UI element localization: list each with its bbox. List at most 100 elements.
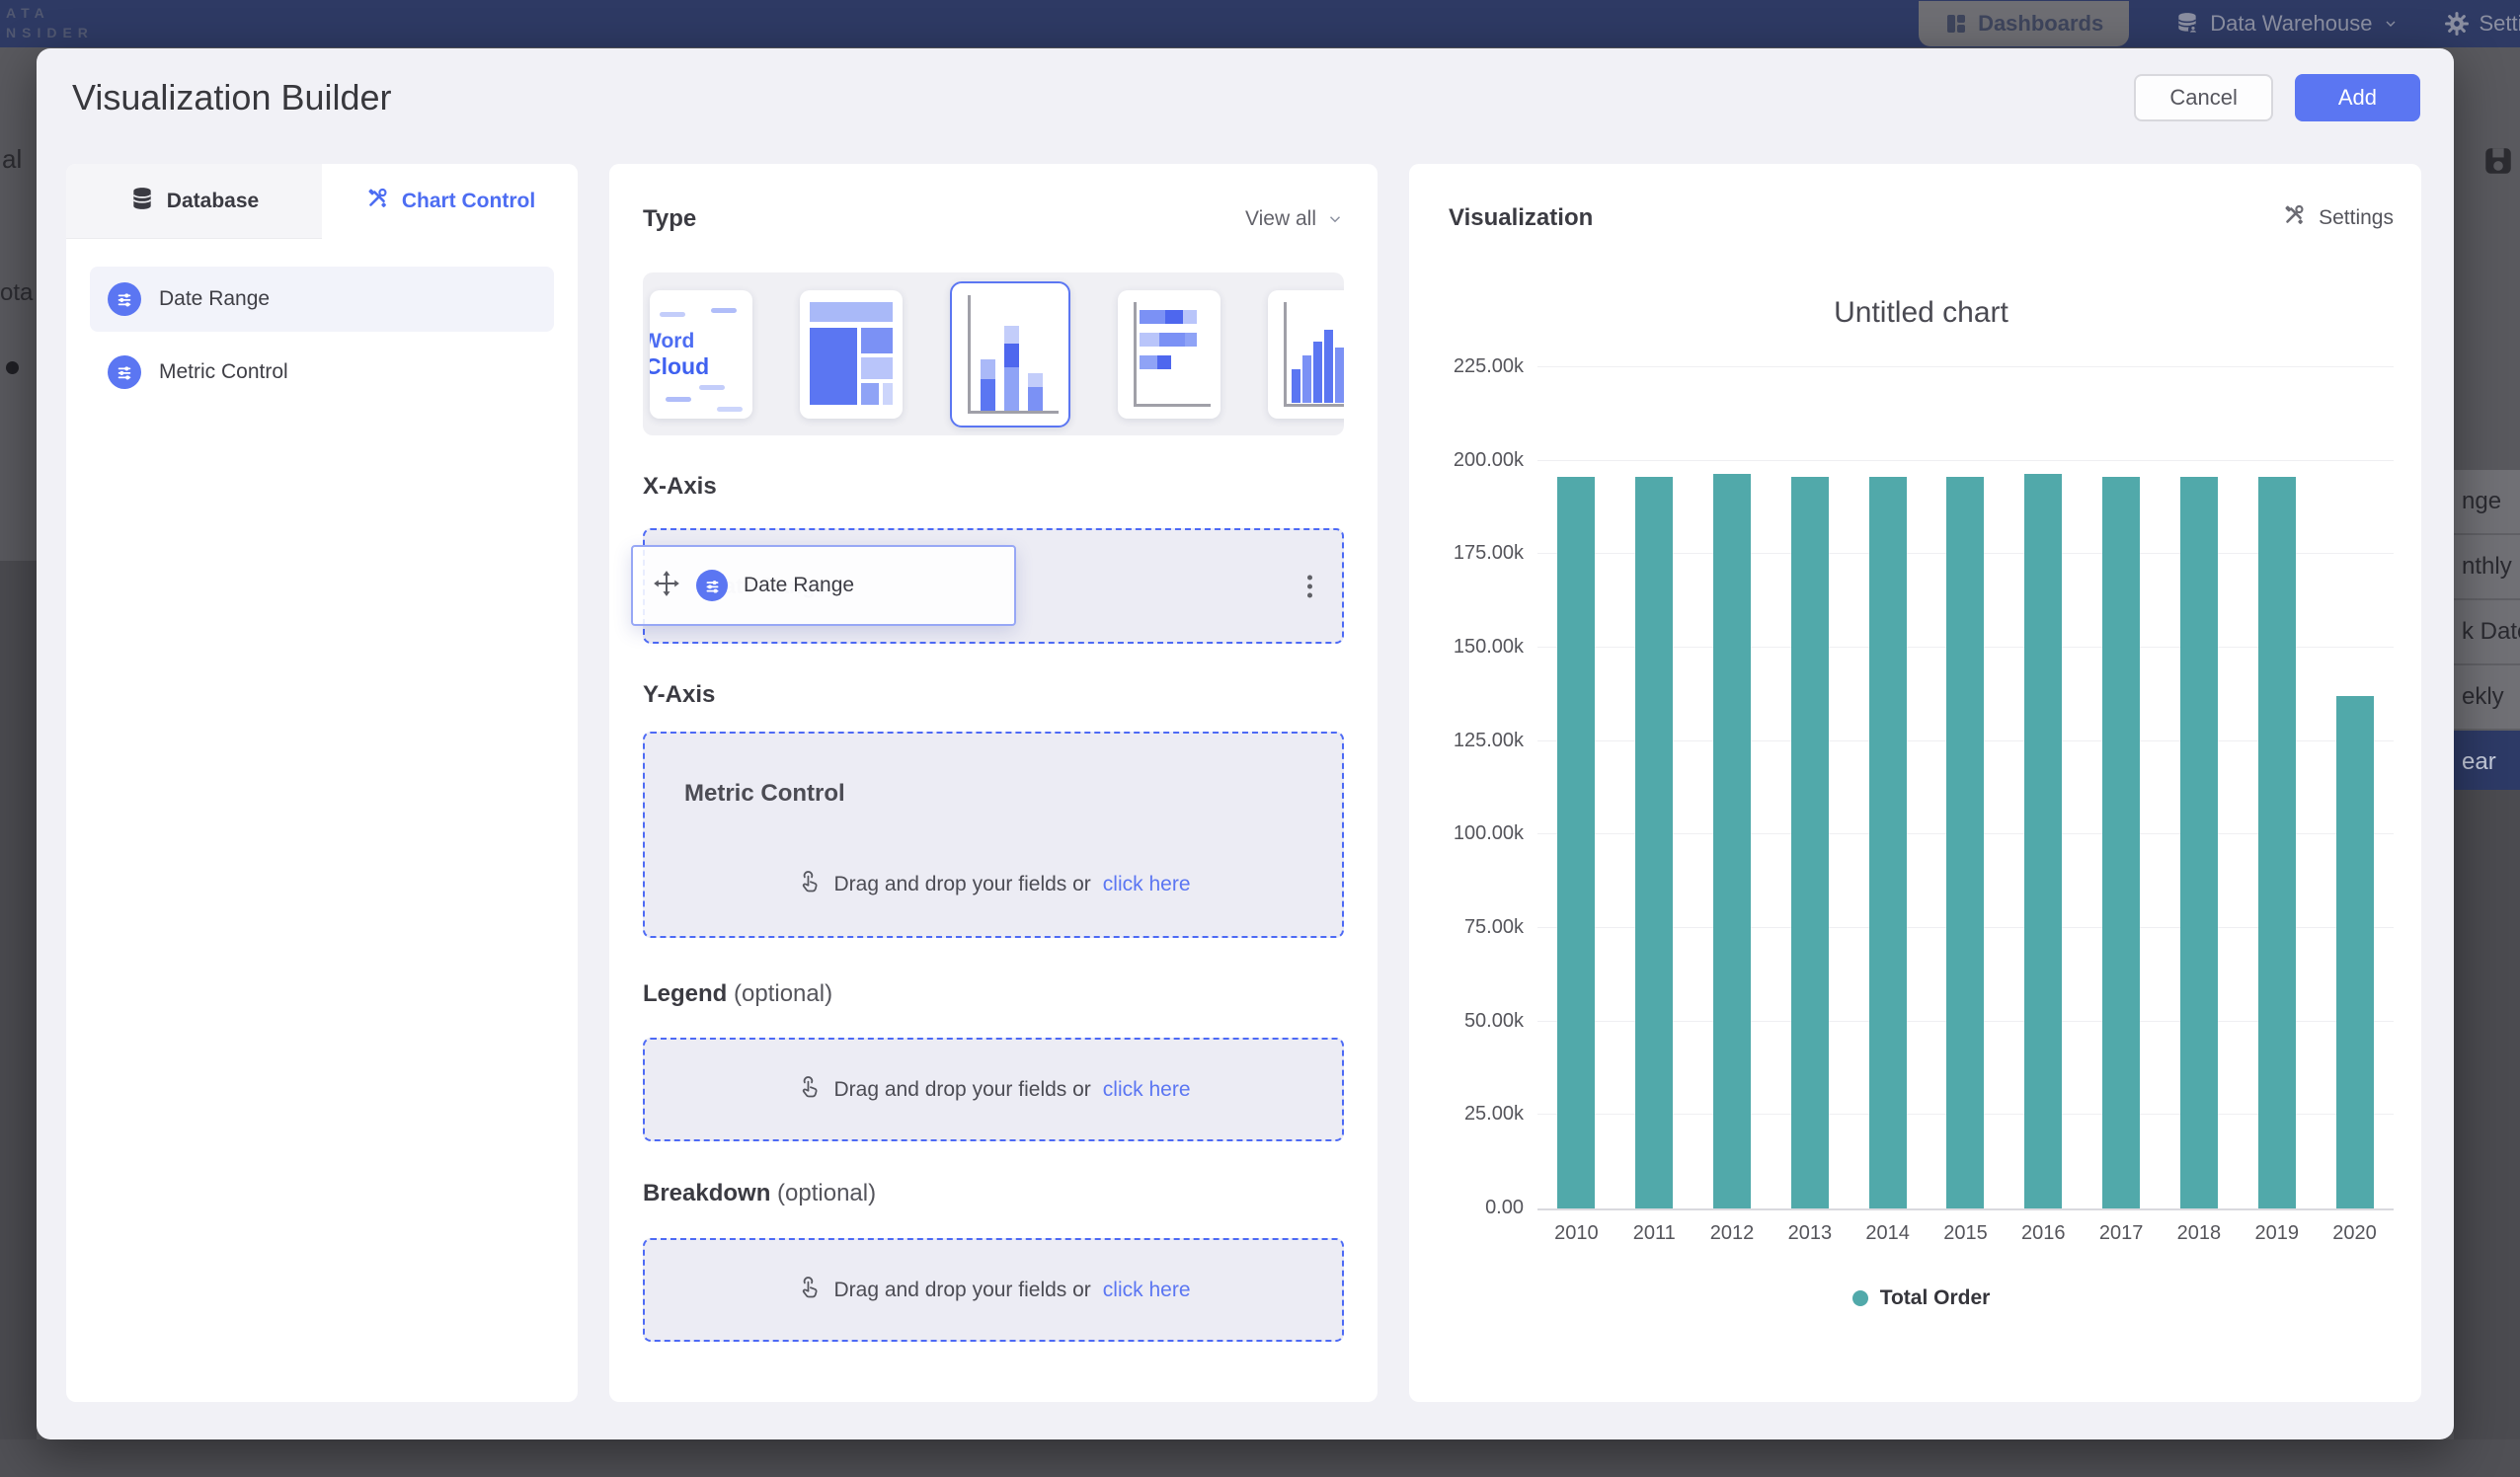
- bar-2011: [1635, 477, 1673, 1208]
- bar-column: [2005, 367, 2083, 1208]
- legend-section-label: Legend (optional): [643, 980, 1344, 1008]
- nav-tab-dashboards[interactable]: Dashboards: [1919, 1, 2129, 46]
- dimmed-page-right-edge: nge nthly k Date ekly ear: [2454, 47, 2520, 1477]
- chart-type-treemap[interactable]: [800, 290, 903, 419]
- drop-hint-text: Drag and drop your fields or: [833, 1078, 1090, 1102]
- treemap-block: [861, 357, 893, 379]
- menu-item-selected[interactable]: ear: [2454, 731, 2520, 796]
- y-axis-dropzone[interactable]: Metric Control Drag and drop your fields…: [643, 732, 1344, 938]
- click-here-link[interactable]: click here: [1103, 1078, 1191, 1102]
- tab-database[interactable]: Database: [66, 164, 322, 239]
- x-tick-label: 2015: [1927, 1222, 2005, 1245]
- breakdown-dropzone[interactable]: Drag and drop your fields or click here: [643, 1238, 1344, 1342]
- menu-item[interactable]: k Date: [2454, 600, 2520, 665]
- thumb-bar: [1140, 310, 1207, 324]
- click-here-link[interactable]: click here: [1103, 873, 1191, 896]
- view-all-button[interactable]: View all: [1245, 207, 1344, 231]
- move-icon: [653, 570, 680, 602]
- menu-item[interactable]: nthly: [2454, 535, 2520, 600]
- type-section-label: Type: [643, 205, 696, 233]
- tap-icon: [796, 869, 822, 900]
- chevron-down-icon: [1326, 210, 1344, 228]
- dimmed-panel: [0, 561, 37, 1477]
- field-label: Metric Control: [159, 360, 288, 384]
- y-axis-section-label: Y-Axis: [643, 681, 1344, 709]
- kebab-menu-icon[interactable]: [1303, 571, 1316, 601]
- x-tick-label: 2020: [2316, 1222, 2394, 1245]
- modal-header: Visualization Builder Cancel Add: [37, 48, 2454, 121]
- y-tick-label: 225.00k: [1454, 355, 1524, 378]
- treemap-block: [861, 383, 879, 405]
- tab-label: Chart Control: [402, 190, 535, 213]
- y-tick-label: 175.00k: [1454, 542, 1524, 565]
- chart-type-histogram[interactable]: [1268, 290, 1344, 419]
- thumb-bar: [1313, 342, 1322, 403]
- y-tick-label: 75.00k: [1464, 916, 1524, 939]
- field-label: Date Range: [159, 287, 270, 311]
- chart-legend: Total Order: [1449, 1286, 2394, 1310]
- bar-chart: 0.0025.00k50.00k75.00k100.00k125.00k150.…: [1449, 367, 2394, 1210]
- cancel-button[interactable]: Cancel: [2134, 74, 2272, 121]
- bar-column: [1693, 367, 1772, 1208]
- chart-builder-panel: Type View all Word Cloud: [609, 164, 1378, 1402]
- word-cloud-word: Word: [650, 330, 694, 353]
- chart-type-word-cloud[interactable]: Word Cloud: [650, 290, 752, 419]
- chart-x-labels: 2010201120122013201420152016201720182019…: [1537, 1222, 2394, 1245]
- click-here-link[interactable]: click here: [1103, 1279, 1191, 1302]
- thumb-bar: [1292, 369, 1300, 403]
- tools-icon: [364, 186, 390, 217]
- field-item-date-range[interactable]: Date Range: [90, 267, 554, 332]
- nav-item-data-warehouse[interactable]: Data Warehouse: [2174, 11, 2398, 37]
- bar-column: [1927, 367, 2005, 1208]
- bar-column: [1537, 367, 1615, 1208]
- menu-item[interactable]: nge: [2454, 470, 2520, 535]
- x-tick-label: 2011: [1615, 1222, 1693, 1245]
- thumb-bar: [1324, 330, 1333, 403]
- field-item-metric-control[interactable]: Metric Control: [90, 340, 554, 405]
- view-all-label: View all: [1245, 207, 1316, 231]
- save-icon[interactable]: [2481, 144, 2515, 183]
- chart-type-stacked-bar[interactable]: [1118, 290, 1221, 419]
- x-tick-label: 2018: [2161, 1222, 2239, 1245]
- chart-settings-button[interactable]: Settings: [2281, 202, 2394, 234]
- drop-hint-text: Drag and drop your fields or: [833, 1279, 1090, 1302]
- chart-title: Untitled chart: [1449, 296, 2394, 332]
- thumb-bar: [1028, 373, 1043, 411]
- database-icon: [129, 186, 155, 217]
- modal-title: Visualization Builder: [72, 77, 392, 118]
- x-axis-dropzone[interactable]: Date Range: [643, 528, 1344, 644]
- dimmed-dropdown-menu: nge nthly k Date ekly ear: [2454, 470, 2520, 796]
- thumb-bar: [1140, 333, 1207, 347]
- add-button[interactable]: Add: [2295, 74, 2420, 121]
- bar-column: [2238, 367, 2316, 1208]
- treemap-block: [883, 383, 893, 405]
- x-axis-section-label: X-Axis: [643, 473, 1344, 501]
- x-tick-label: 2016: [2005, 1222, 2083, 1245]
- menu-item[interactable]: ekly: [2454, 665, 2520, 731]
- chevron-down-icon: [2383, 16, 2399, 32]
- legend-series-label: Total Order: [1880, 1286, 1991, 1310]
- thumb-bar: [1335, 348, 1344, 403]
- chart-type-stacked-column-selected[interactable]: [950, 281, 1070, 428]
- bar-2017: [2102, 477, 2140, 1208]
- breakdown-section-label: Breakdown (optional): [643, 1180, 1344, 1207]
- chart-plot: [1537, 367, 2394, 1210]
- treemap-block: [861, 328, 893, 353]
- logo-line-2: NSIDER: [6, 23, 94, 42]
- x-tick-label: 2012: [1693, 1222, 1772, 1245]
- drop-hint-text: Drag and drop your fields or: [833, 873, 1090, 896]
- settings-label: Settings: [2319, 206, 2394, 230]
- legend-dropzone[interactable]: Drag and drop your fields or click here: [643, 1038, 1344, 1141]
- bar-2014: [1869, 477, 1907, 1208]
- bar-column: [2316, 367, 2394, 1208]
- x-tick-label: 2013: [1771, 1222, 1849, 1245]
- thumb-bar: [1140, 355, 1207, 369]
- bar-column: [1615, 367, 1693, 1208]
- date-range-field-chip[interactable]: Date Range: [631, 545, 1016, 626]
- legend-label: Legend: [643, 980, 727, 1007]
- bar-column: [1849, 367, 1927, 1208]
- y-tick-label: 0.00: [1485, 1197, 1524, 1219]
- nav-item-settings[interactable]: Settings: [2444, 11, 2520, 37]
- x-tick-label: 2010: [1537, 1222, 1615, 1245]
- tab-chart-control[interactable]: Chart Control: [322, 164, 578, 239]
